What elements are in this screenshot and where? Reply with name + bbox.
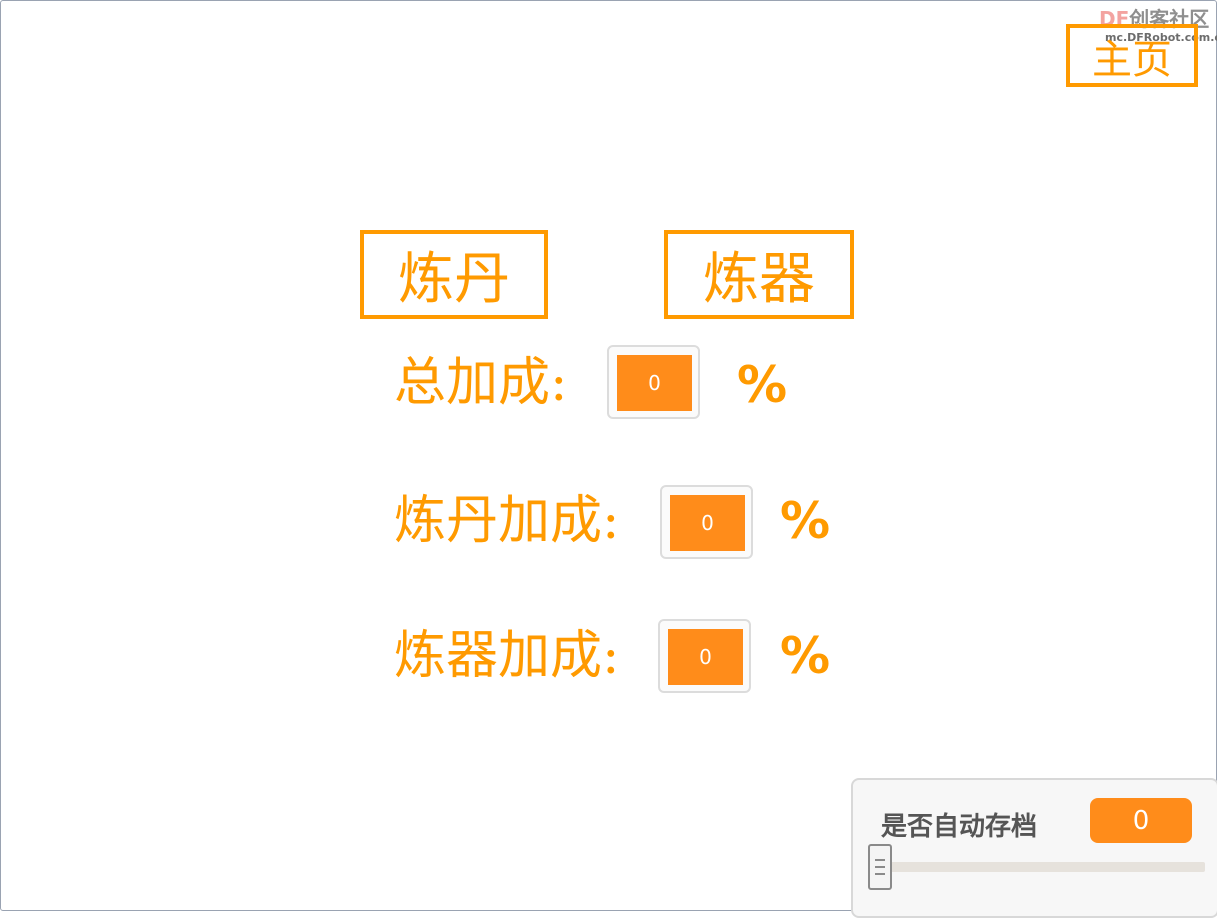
stage: DF创客社区 mc.DFRobot.com.cn 主页 炼丹 炼器 总加成: 0… xyxy=(0,0,1217,918)
alchemy-bonus-percent: % xyxy=(780,492,831,550)
total-bonus-label: 总加成: xyxy=(394,353,568,413)
forge-bonus-monitor: 0 xyxy=(658,619,751,693)
total-bonus-value: 0 xyxy=(617,355,692,411)
forge-bonus-value: 0 xyxy=(668,629,743,685)
alchemy-bonus-value: 0 xyxy=(670,495,745,551)
slider-grip-line xyxy=(875,873,885,875)
slider-grip-line xyxy=(875,866,885,868)
slider-grip-line xyxy=(875,859,885,861)
home-button[interactable]: 主页 xyxy=(1066,24,1198,87)
autosave-slider-monitor: 是否自动存档 0 xyxy=(851,778,1217,918)
total-bonus-percent: % xyxy=(737,356,788,414)
autosave-value: 0 xyxy=(1090,798,1192,843)
alchemy-button[interactable]: 炼丹 xyxy=(360,230,548,319)
alchemy-bonus-monitor: 0 xyxy=(660,485,753,559)
total-bonus-monitor: 0 xyxy=(607,345,700,419)
alchemy-bonus-label: 炼丹加成: xyxy=(394,491,620,551)
autosave-slider-thumb[interactable] xyxy=(868,844,892,890)
forge-bonus-label: 炼器加成: xyxy=(394,626,620,686)
autosave-slider-track[interactable] xyxy=(871,862,1205,872)
forge-bonus-percent: % xyxy=(780,627,831,685)
autosave-label: 是否自动存档 xyxy=(881,812,1038,842)
forge-button[interactable]: 炼器 xyxy=(664,230,854,319)
